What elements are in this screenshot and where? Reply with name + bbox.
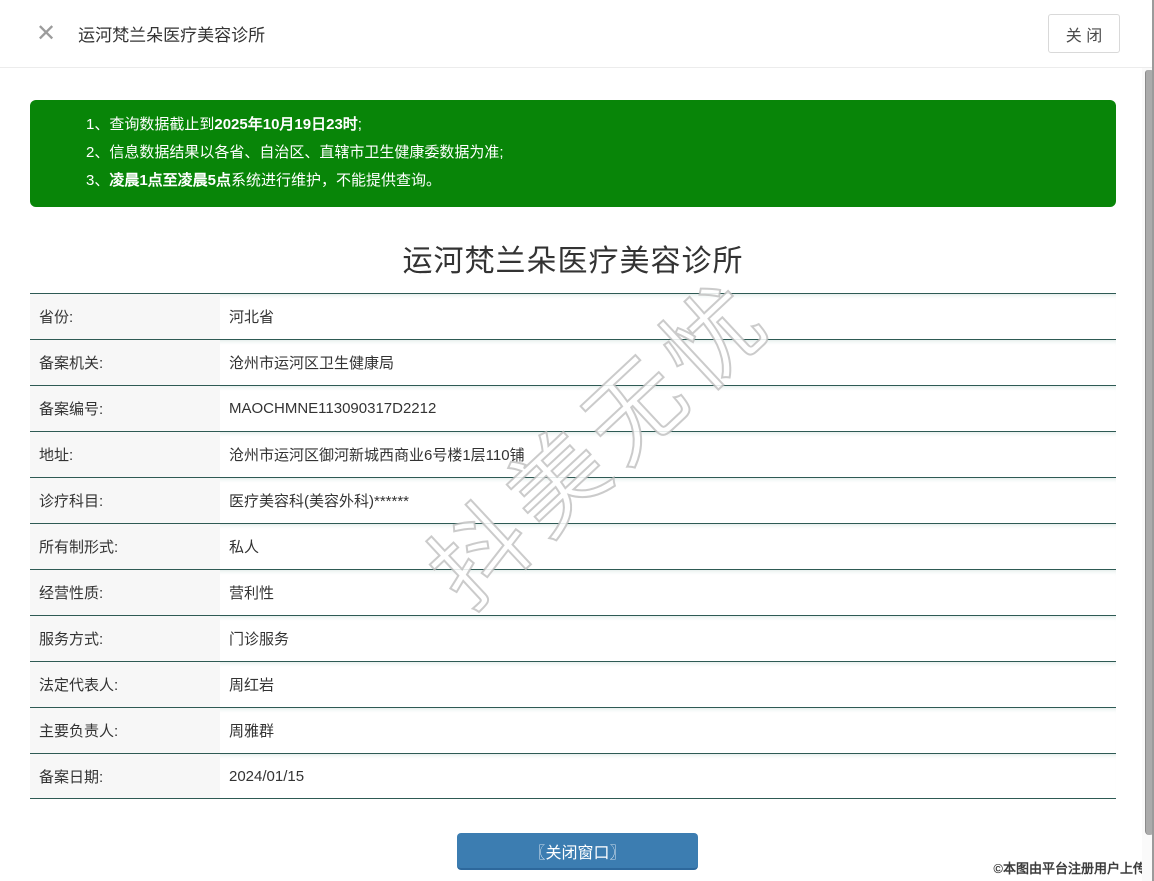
notice-line-3: 3、凌晨1点至凌晨5点系统进行维护，不能提供查询。 <box>86 167 1096 195</box>
notice-line-2: 2、信息数据结果以各省、自治区、直辖市卫生健康委数据为准; <box>86 139 1096 167</box>
notice-line-number: 3、 <box>86 172 110 189</box>
table-row: 服务方式: 门诊服务 <box>30 615 1116 661</box>
row-value: 2024/01/15 <box>229 767 305 785</box>
row-value: 周雅群 <box>229 723 275 740</box>
table-row: 备案日期: 2024/01/15 <box>30 753 1116 799</box>
notice-line-text: ; <box>357 116 362 133</box>
row-value: 河北省 <box>229 309 275 326</box>
table-row: 备案编号: MAOCHMNE113090317D2212 <box>30 385 1116 431</box>
record-table: 省份: 河北省 备案机关: 沧州市运河区卫生健康局 备案编号: MAOCHMNE113… <box>30 293 1116 799</box>
notice-line-bold: 2025年10月19日23时 <box>214 116 358 133</box>
row-label: 主要负责人: <box>30 708 220 753</box>
notice-line-bold: 凌晨1点至凌晨5点 <box>109 172 232 189</box>
row-label: 省份: <box>30 294 220 339</box>
close-icon[interactable]: ✕ <box>36 21 56 46</box>
row-value: 沧州市运河区御河新城西商业6号楼1层110铺 <box>229 447 525 464</box>
credit-watermark: ©本图由平台注册用户上传 <box>993 861 1146 876</box>
table-row: 省份: 河北省 <box>30 293 1116 339</box>
row-label: 备案编号: <box>30 386 220 431</box>
header-title: 运河梵兰朵医疗美容诊所 <box>78 26 266 45</box>
row-label: 法定代表人: <box>30 662 220 707</box>
row-label: 经营性质: <box>30 570 220 615</box>
record-modal: ✕ 运河梵兰朵医疗美容诊所 关 闭 1、查询数据截止到2025年10月19日23… <box>0 0 1154 881</box>
table-row: 诊疗科目: 医疗美容科(美容外科)****** <box>30 477 1116 523</box>
close-window-button[interactable]: 〖关闭窗口〗 <box>457 833 698 870</box>
notice-line-1: 1、查询数据截止到2025年10月19日23时; <box>86 111 1096 139</box>
row-label: 所有制形式: <box>30 524 220 569</box>
row-value: 门诊服务 <box>229 631 290 648</box>
row-value: 私人 <box>229 539 260 556</box>
notice-line-number: 2、 <box>86 144 110 161</box>
row-label: 地址: <box>30 432 220 477</box>
row-value: 医疗美容科(美容外科)****** <box>229 493 410 510</box>
row-label: 诊疗科目: <box>30 478 220 523</box>
table-row: 经营性质: 营利性 <box>30 569 1116 615</box>
table-row: 所有制形式: 私人 <box>30 523 1116 569</box>
header-bar: ✕ 运河梵兰朵医疗美容诊所 关 闭 <box>0 0 1154 68</box>
notice-line-text: 查询数据截止到 <box>109 116 215 133</box>
row-label: 服务方式: <box>30 616 220 661</box>
table-row: 主要负责人: 周雅群 <box>30 707 1116 753</box>
close-button[interactable]: 关 闭 <box>1048 14 1120 53</box>
notice-line-number: 1、 <box>86 116 110 133</box>
notice-box: 1、查询数据截止到2025年10月19日23时; 2、信息数据结果以各省、自治区… <box>30 100 1116 207</box>
page-title: 运河梵兰朵医疗美容诊所 <box>402 245 744 278</box>
row-value: 营利性 <box>229 585 275 602</box>
row-label: 备案日期: <box>30 754 220 798</box>
row-value: MAOCHMNE113090317D2212 <box>229 400 437 417</box>
notice-line-text: 系统进行维护，不能提供查询。 <box>231 172 442 189</box>
table-row: 备案机关: 沧州市运河区卫生健康局 <box>30 339 1116 385</box>
table-row: 法定代表人: 周红岩 <box>30 661 1116 707</box>
table-row: 地址: 沧州市运河区御河新城西商业6号楼1层110铺 <box>30 431 1116 477</box>
notice-line-text: 信息数据结果以各省、自治区、直辖市卫生健康委数据为准; <box>109 144 504 161</box>
row-value: 沧州市运河区卫生健康局 <box>229 355 395 372</box>
row-value: 周红岩 <box>229 677 275 694</box>
row-label: 备案机关: <box>30 340 220 385</box>
